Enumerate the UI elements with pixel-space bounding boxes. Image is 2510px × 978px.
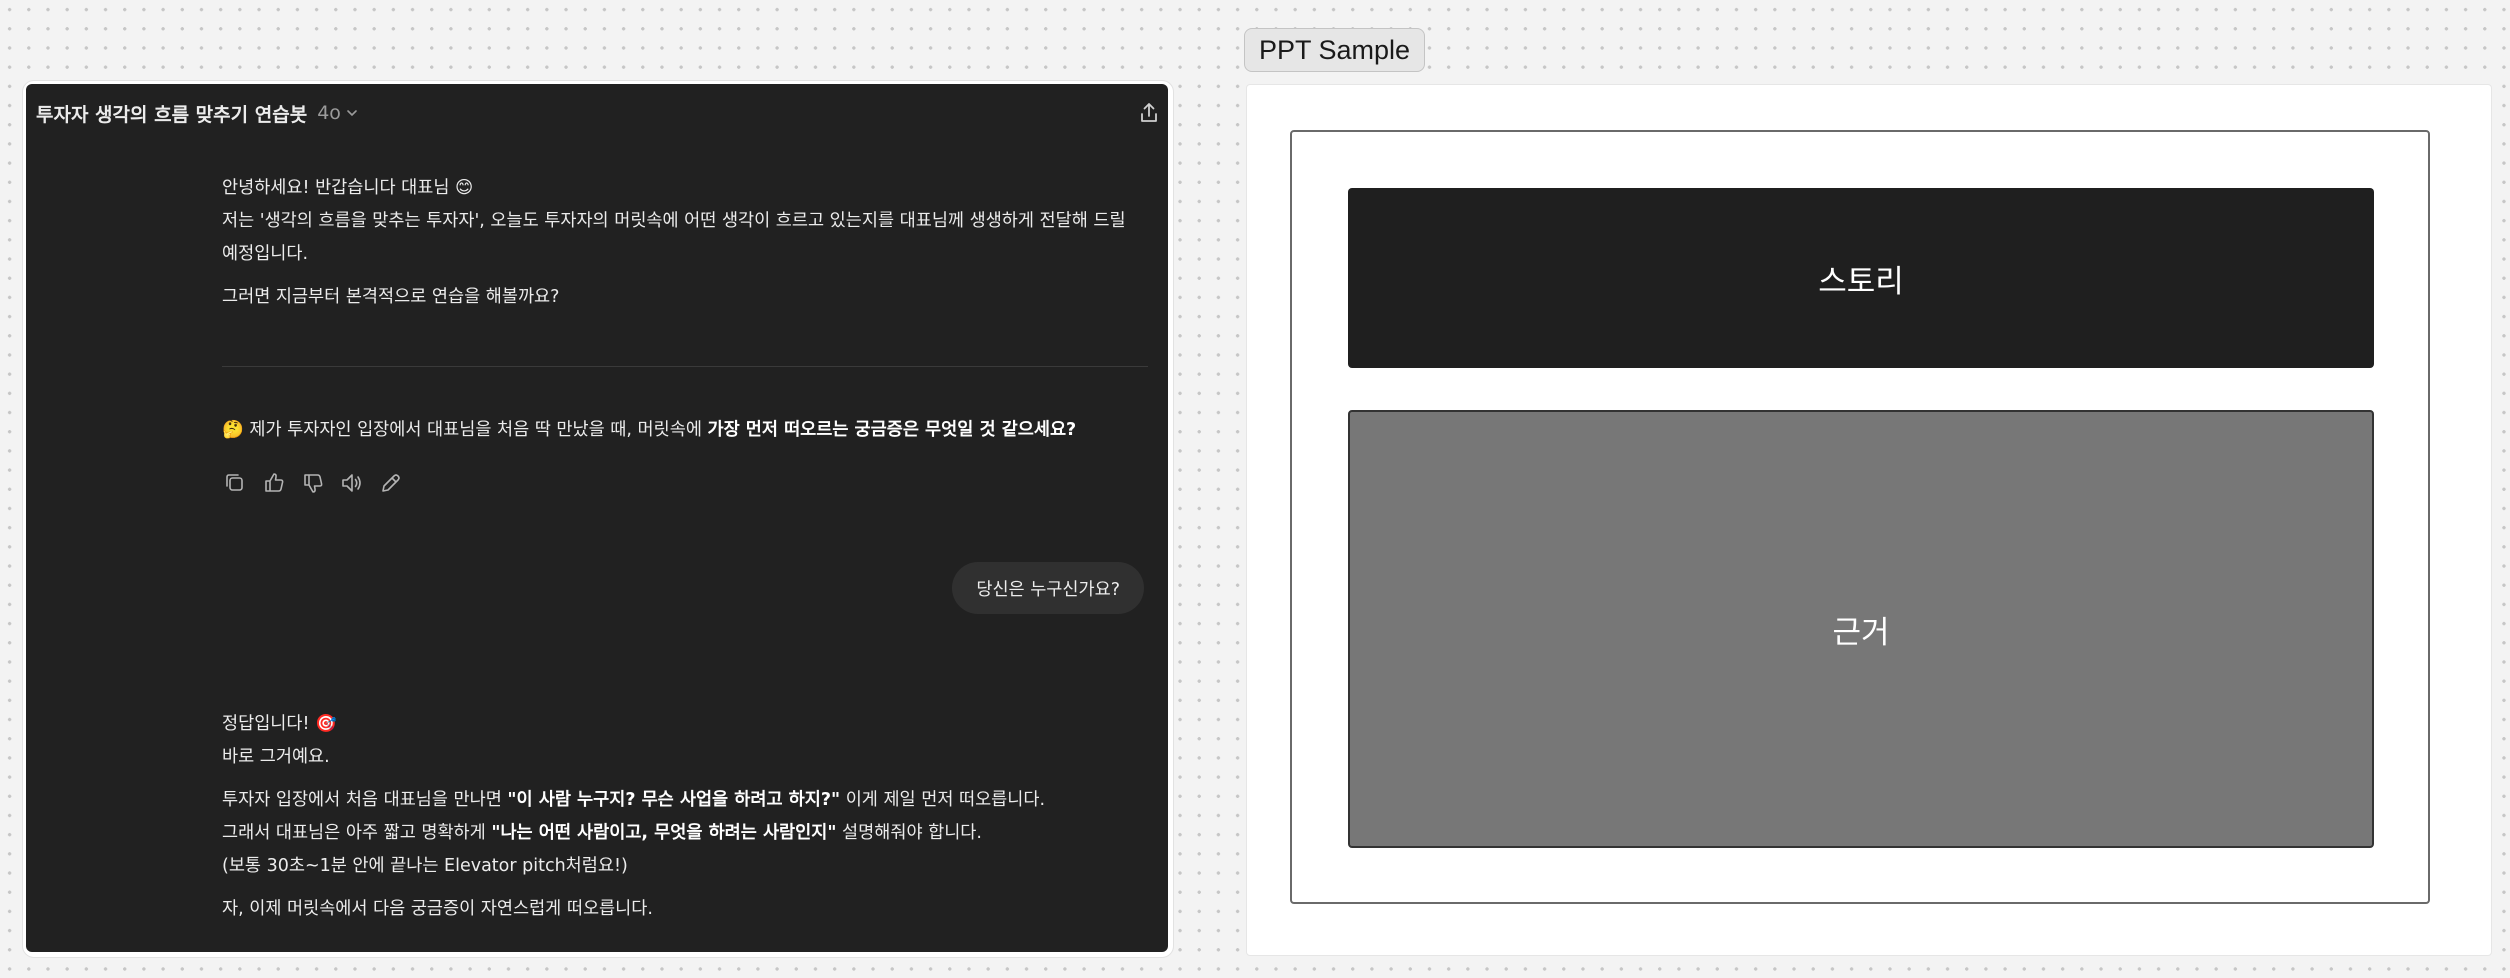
answer-line: 바로 그거예요.	[222, 747, 330, 767]
thumbs-down-icon[interactable]	[300, 470, 326, 496]
answer-text: 투자자 입장에서 처음 대표님을 만나면	[222, 790, 508, 810]
user-message-bubble: 당신은 누구신가요?	[952, 562, 1144, 614]
thumbs-up-icon[interactable]	[261, 470, 287, 496]
answer-line: 정답입니다! 🎯	[222, 714, 337, 734]
share-icon[interactable]	[1136, 100, 1162, 126]
question-text: 🤔 제가 투자자인 입장에서 대표님을 처음 딱 만났을 때, 머릿속에	[222, 420, 708, 440]
story-label: 스토리	[1818, 263, 1904, 300]
greeting-line: 안녕하세요! 반갑습니다 대표님 😊	[222, 178, 474, 198]
answer-bold-text: "나는 어떤 사람이고, 무엇을 하려는 사람인지"	[491, 823, 837, 843]
answer-line: 자, 이제 머릿속에서 다음 궁금증이 자연스럽게 떠오릅니다.	[222, 899, 653, 919]
chat-panel: 투자자 생각의 흐름 맞추기 연습봇 4o 안녕하세요! 반갑습니다 대표님 😊…	[26, 84, 1168, 952]
ppt-sample-label: PPT Sample	[1244, 28, 1426, 72]
answer-text: 설명해줘야 합니다.	[836, 823, 982, 843]
evidence-block: 근거	[1348, 410, 2374, 848]
message-divider	[222, 366, 1148, 367]
answer-text: 이게 제일 먼저 떠오릅니다.	[840, 790, 1046, 810]
speaker-icon[interactable]	[339, 470, 365, 496]
edit-icon[interactable]	[378, 470, 404, 496]
assistant-greeting: 안녕하세요! 반갑습니다 대표님 😊 저는 '생각의 흐름을 맞추는 투자자',…	[222, 172, 1152, 314]
answer-line: (보통 30초~1분 안에 끝나는 Elevator pitch처럼요!)	[222, 856, 628, 876]
answer-text: 그래서 대표님은 아주 짧고 명확하게	[222, 823, 492, 843]
story-block: 스토리	[1348, 188, 2374, 368]
question-bold-text: 가장 먼저 떠오르는 궁금증은 무엇일 것 같으세요?	[707, 420, 1077, 440]
copy-icon[interactable]	[222, 470, 248, 496]
model-selector[interactable]: 4o	[317, 102, 341, 124]
chat-title: 투자자 생각의 흐름 맞추기 연습봇	[36, 103, 308, 126]
chat-header: 투자자 생각의 흐름 맞추기 연습봇 4o	[26, 84, 1168, 142]
assistant-answer: 정답입니다! 🎯 바로 그거예요. 투자자 입장에서 처음 대표님을 만나면 "…	[222, 708, 1152, 926]
chevron-down-icon[interactable]	[345, 106, 359, 120]
assistant-question: 🤔 제가 투자자인 입장에서 대표님을 처음 딱 만났을 때, 머릿속에 가장 …	[222, 414, 1152, 447]
message-actions	[222, 470, 404, 496]
greeting-line: 저는 '생각의 흐름을 맞추는 투자자', 오늘도 투자자의 머릿속에 어떤 생…	[222, 211, 1126, 231]
greeting-line: 그러면 지금부터 본격적으로 연습을 해볼까요?	[222, 287, 560, 307]
answer-bold-text: "이 사람 누구지? 무슨 사업을 하려고 하지?"	[507, 790, 841, 810]
user-message-text: 당신은 누구신가요?	[976, 579, 1120, 600]
evidence-label: 근거	[1832, 614, 1890, 651]
greeting-line: 예정입니다.	[222, 244, 309, 264]
